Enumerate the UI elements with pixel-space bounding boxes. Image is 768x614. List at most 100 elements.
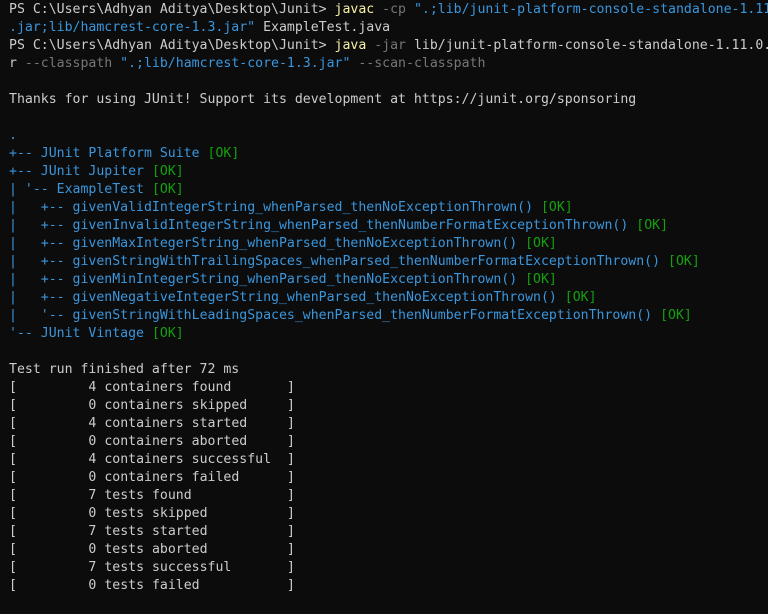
bracket-close: ] — [286, 560, 295, 575]
summary-label: tests skipped — [104, 506, 287, 521]
status-ok: [OK] — [564, 290, 597, 305]
command-token: lib/junit-platform-console-standalone-1.… — [413, 38, 768, 53]
tree-node: +-- JUnit Platform Suite [OK] — [9, 145, 239, 163]
command-line-wrap: .jar;lib/hamcrest-core-1.3.jar" ExampleT… — [9, 19, 390, 37]
summary-label: tests aborted — [104, 542, 287, 557]
summary-row: [ 0 tests skipped ] — [9, 505, 295, 523]
summary-count: 7 — [16, 560, 97, 575]
tree-branch: | +-- — [9, 236, 73, 251]
tree-node-label: givenMaxIntegerString_whenParsed_thenNoE… — [72, 236, 518, 251]
bracket-close: ] — [286, 578, 295, 593]
tree-node-label: givenMinIntegerString_whenParsed_thenNoE… — [72, 272, 518, 287]
bracket-close: ] — [286, 416, 295, 431]
bracket-open: [ — [9, 506, 17, 521]
summary-label: tests found — [104, 488, 287, 503]
tree-root-dot: . — [9, 128, 17, 143]
tree-branch: '-- — [9, 326, 41, 341]
command-token: ".;lib/hamcrest-core-1.3.jar" — [120, 56, 351, 71]
tree-node-label: JUnit Jupiter — [40, 164, 144, 179]
status-ok: [OK] — [525, 272, 557, 287]
summary-row: [ 0 containers failed ] — [9, 469, 295, 487]
summary-count: 7 — [16, 488, 97, 503]
command-token: --classpath — [16, 56, 121, 71]
tree-node-label: JUnit Platform Suite — [40, 146, 200, 161]
command-token: java — [334, 38, 367, 53]
tree-branch: | +-- — [9, 254, 73, 269]
summary-count: 0 — [16, 542, 97, 557]
status-ok: [OK] — [660, 308, 692, 323]
summary-row: [ 0 tests failed ] — [9, 577, 295, 595]
summary-count: 4 — [16, 416, 97, 431]
thanks-message: Thanks for using JUnit! Support its deve… — [9, 91, 636, 109]
summary-count: 0 — [16, 470, 97, 485]
command-token: ExampleTest.java — [255, 20, 391, 35]
bracket-open: [ — [9, 398, 17, 413]
command-token: --scan-classpath — [350, 56, 486, 71]
summary-count: 0 — [16, 434, 97, 449]
tree-node: | +-- givenValidIntegerString_whenParsed… — [9, 199, 573, 217]
bracket-open: [ — [9, 416, 17, 431]
status-ok: [OK] — [525, 236, 557, 251]
command-token: -cp — [374, 2, 414, 17]
summary-label: containers failed — [104, 470, 287, 485]
tree-node: | +-- givenInvalidIntegerString_whenPars… — [9, 217, 668, 235]
summary-label: containers started — [104, 416, 287, 431]
bracket-close: ] — [286, 452, 295, 467]
summary-row: [ 4 containers started ] — [9, 415, 295, 433]
summary-row: [ 7 tests found ] — [9, 487, 295, 505]
summary-row: [ 4 containers found ] — [9, 379, 295, 397]
tree-root: . — [9, 127, 17, 145]
summary-row: [ 4 containers successful ] — [9, 451, 295, 469]
bracket-open: [ — [9, 560, 17, 575]
summary-label: tests failed — [104, 578, 287, 593]
command-token: javac — [334, 2, 375, 17]
summary-label: containers found — [104, 380, 287, 395]
status-ok: [OK] — [151, 164, 184, 179]
tree-node: | +-- givenNegativeIntegerString_whenPar… — [9, 289, 597, 307]
bracket-open: [ — [9, 578, 17, 593]
terminal-window[interactable]: PS C:\Users\Adhyan Aditya\Desktop\Junit>… — [0, 0, 768, 614]
bracket-open: [ — [9, 488, 17, 503]
command-token: ".;lib/junit-platform-console-standalone… — [413, 2, 768, 17]
summary-label: tests started — [104, 524, 287, 539]
tree-branch: | '-- — [9, 182, 57, 197]
summary-title: Test run finished after 72 ms — [9, 361, 239, 379]
shell-prompt: PS C:\Users\Adhyan Aditya\Desktop\Junit> — [9, 38, 335, 53]
status-ok: [OK] — [151, 182, 184, 197]
summary-label: containers successful — [104, 452, 287, 467]
command-token: .jar;lib/hamcrest-core-1.3.jar" — [9, 20, 256, 35]
summary-count: 4 — [16, 452, 97, 467]
command-token: -jar — [366, 38, 414, 53]
bracket-close: ] — [286, 506, 295, 521]
tree-branch: | +-- — [9, 290, 73, 305]
bracket-open: [ — [9, 452, 17, 467]
tree-branch: | +-- — [9, 218, 73, 233]
tree-node: | +-- givenMaxIntegerString_whenParsed_t… — [9, 235, 557, 253]
summary-label: tests successful — [104, 560, 287, 575]
shell-prompt: PS C:\Users\Adhyan Aditya\Desktop\Junit> — [9, 2, 335, 17]
tree-node: '-- JUnit Vintage [OK] — [9, 325, 184, 343]
summary-count: 7 — [16, 524, 97, 539]
thanks-text: Thanks for using JUnit! Support its deve… — [9, 92, 637, 107]
tree-branch: | +-- — [9, 200, 73, 215]
command-token: r — [9, 56, 17, 71]
bracket-close: ] — [286, 488, 295, 503]
tree-node-label: givenNegativeIntegerString_whenParsed_th… — [72, 290, 557, 305]
command-line: PS C:\Users\Adhyan Aditya\Desktop\Junit>… — [9, 1, 768, 19]
command-line: PS C:\Users\Adhyan Aditya\Desktop\Junit>… — [9, 37, 768, 55]
tree-node-label: givenStringWithLeadingSpaces_whenParsed_… — [72, 308, 653, 323]
tree-node: | +-- givenMinIntegerString_whenParsed_t… — [9, 271, 557, 289]
bracket-close: ] — [286, 434, 295, 449]
tree-node: | '-- givenStringWithLeadingSpaces_whenP… — [9, 307, 692, 325]
bracket-open: [ — [9, 470, 17, 485]
summary-title-text: Test run finished after 72 ms — [9, 362, 240, 377]
tree-branch: | +-- — [9, 272, 73, 287]
summary-row: [ 0 containers aborted ] — [9, 433, 295, 451]
bracket-close: ] — [286, 542, 295, 557]
